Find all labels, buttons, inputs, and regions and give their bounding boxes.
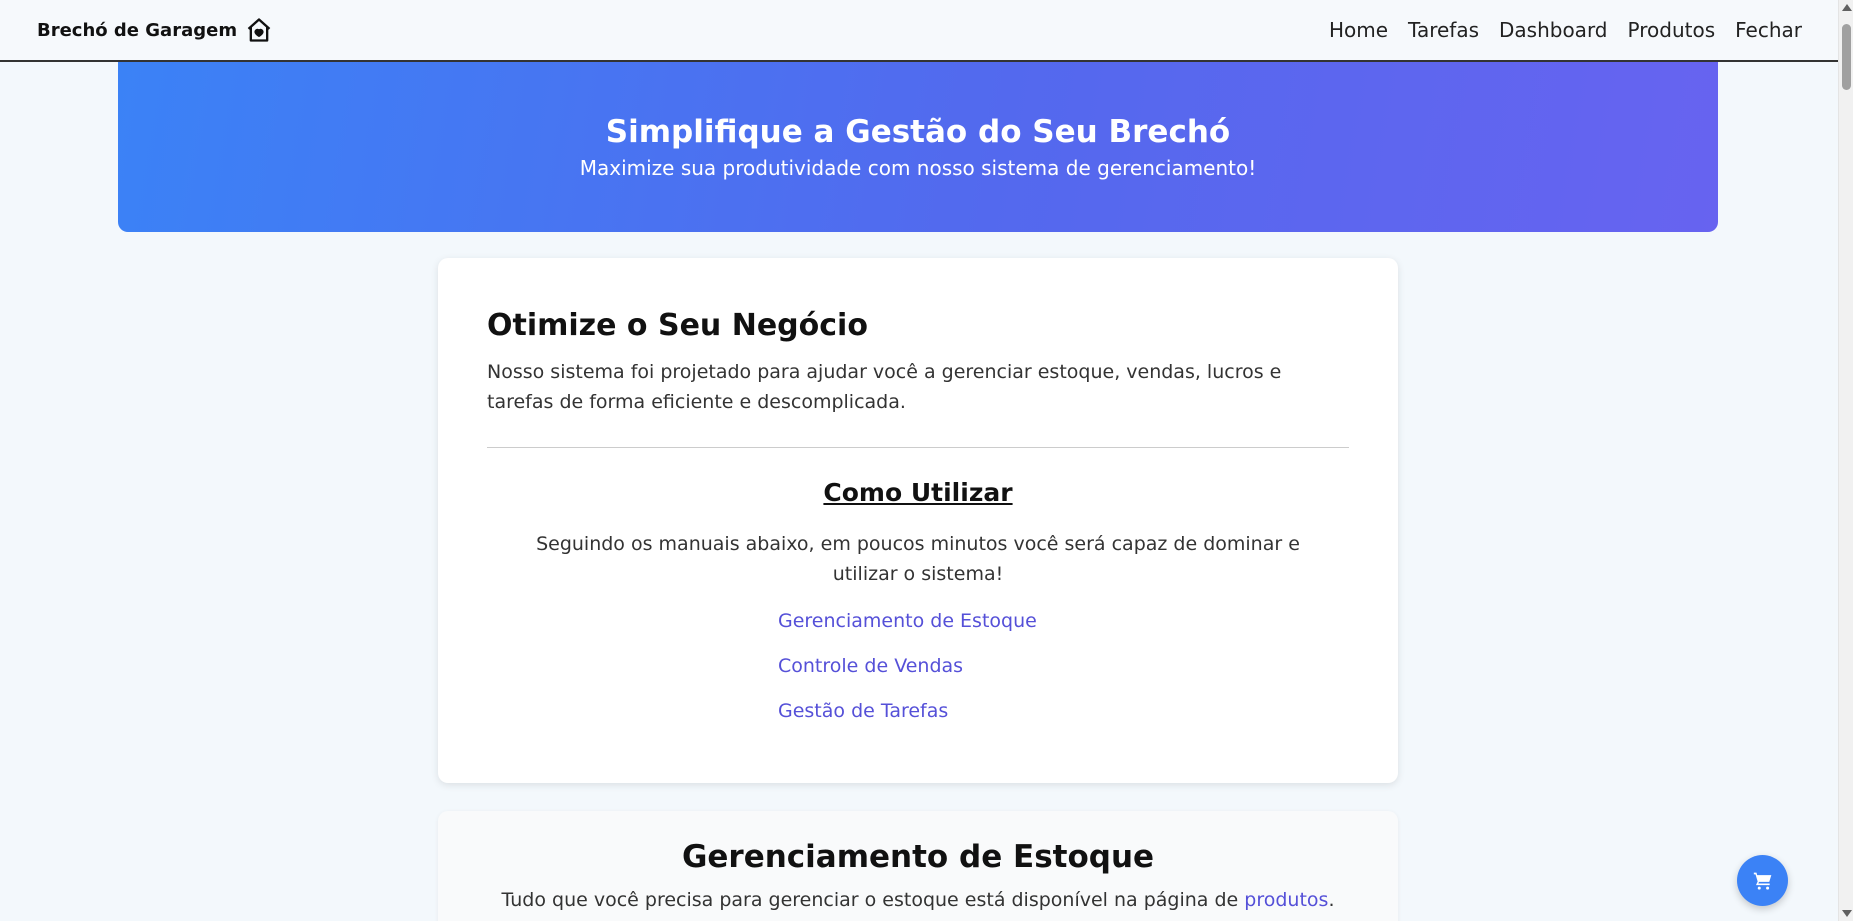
intro-title: Otimize o Seu Negócio — [487, 308, 868, 343]
scrollbar-thumb[interactable] — [1842, 24, 1851, 90]
estoque-section: Gerenciamento de Estoque Tudo que você p… — [438, 811, 1398, 921]
how-to-text: Seguindo os manuais abaixo, em poucos mi… — [536, 533, 1300, 585]
shopping-cart-icon — [1753, 872, 1771, 890]
estoque-text-before: Tudo que você precisa para gerenciar o e… — [501, 889, 1245, 911]
nav-dashboard[interactable]: Dashboard — [1499, 18, 1608, 42]
scroll-down-icon[interactable] — [1842, 910, 1852, 917]
nav-links: Home Tarefas Dashboard Produtos Fechar — [1329, 18, 1802, 42]
divider — [487, 447, 1349, 448]
cart-button[interactable] — [1737, 855, 1788, 906]
estoque-text-after: . — [1328, 889, 1335, 911]
brand[interactable]: Brechó de Garagem — [37, 16, 273, 44]
link-gestao-tarefas[interactable]: Gestão de Tarefas — [778, 699, 1349, 744]
hero-subtitle: Maximize sua produtividade com nosso sis… — [579, 156, 1257, 180]
manual-links: Gerenciamento de Estoque Controle de Ven… — [778, 609, 1349, 744]
link-gerenciamento-estoque[interactable]: Gerenciamento de Estoque — [778, 609, 1349, 654]
intro-description: Nosso sistema foi projetado para ajudar … — [487, 361, 1282, 413]
home-heart-icon — [247, 18, 271, 42]
hero-title: Simplifique a Gestão do Seu Brechó — [605, 114, 1231, 150]
nav-produtos[interactable]: Produtos — [1628, 18, 1716, 42]
link-controle-vendas[interactable]: Controle de Vendas — [778, 654, 1349, 699]
intro-card: Otimize o Seu Negócio Nosso sistema foi … — [438, 258, 1398, 783]
top-navbar: Brechó de Garagem Home Tarefas Dashboard… — [0, 0, 1838, 62]
nav-tarefas[interactable]: Tarefas — [1408, 18, 1479, 42]
nav-home[interactable]: Home — [1329, 18, 1388, 42]
page-scrollbar[interactable] — [1838, 0, 1853, 921]
hero-banner: Simplifique a Gestão do Seu Brechó Maxim… — [118, 60, 1718, 232]
brand-label: Brechó de Garagem — [37, 19, 238, 41]
estoque-text: Tudo que você precisa para gerenciar o e… — [408, 889, 1428, 911]
estoque-title: Gerenciamento de Estoque — [681, 839, 1155, 875]
produtos-link[interactable]: produtos — [1244, 889, 1328, 911]
scroll-up-icon[interactable] — [1842, 4, 1852, 11]
nav-fechar[interactable]: Fechar — [1735, 18, 1802, 42]
how-to-title: Como Utilizar — [823, 478, 1013, 507]
